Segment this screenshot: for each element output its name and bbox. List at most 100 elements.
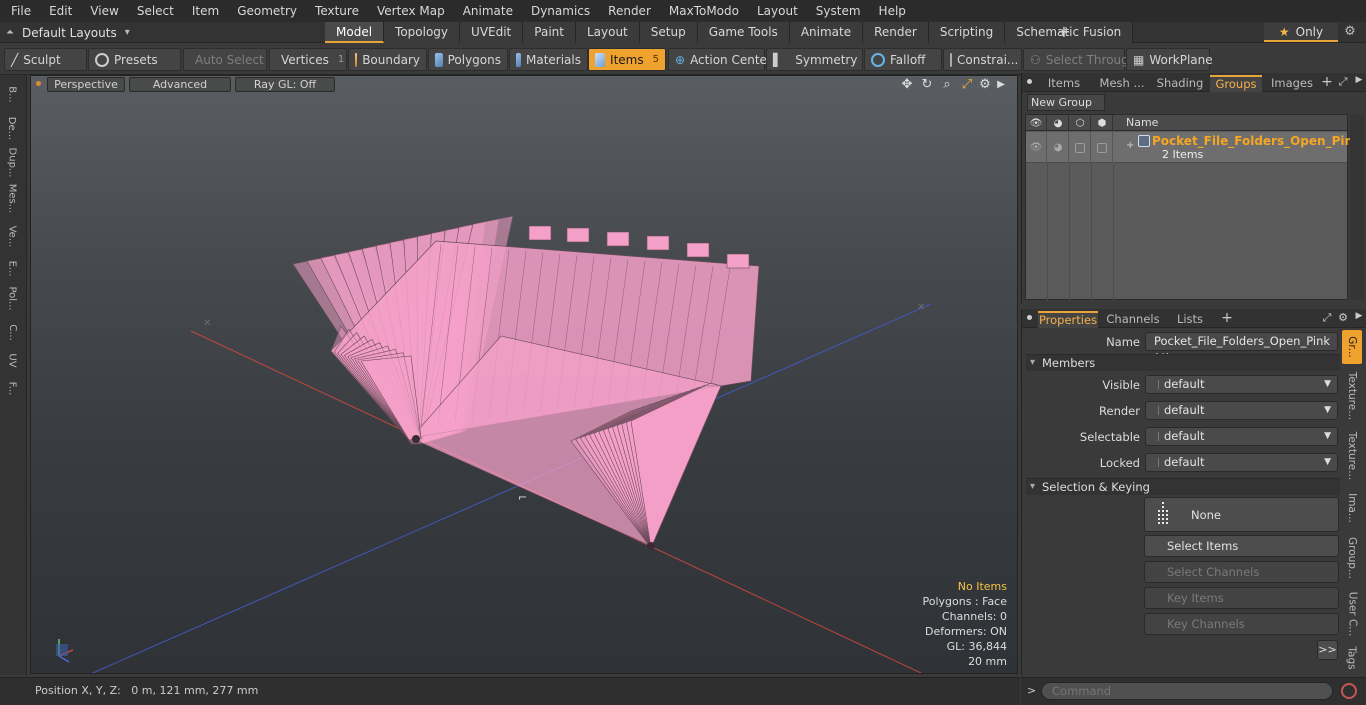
tab-mesh[interactable]: Mesh ... <box>1094 75 1150 92</box>
expand-properties-icon[interactable]: ⤢ <box>1320 311 1334 325</box>
left-tab-basic[interactable]: B... <box>2 77 22 111</box>
key-items-button[interactable]: Key Items <box>1144 587 1339 609</box>
row-visibility-icon[interactable]: 👁 <box>1026 132 1047 163</box>
tab-model[interactable]: Model <box>325 22 385 43</box>
tab-lists[interactable]: Lists <box>1164 311 1216 328</box>
left-tab-vertex[interactable]: Ve... <box>2 219 22 253</box>
tab-scripting[interactable]: Scripting <box>928 22 1006 43</box>
menu-select[interactable]: Select <box>126 4 181 18</box>
viewport-gear-icon[interactable]: ⚙ <box>977 77 993 93</box>
properties-gear-icon[interactable]: ⚙ <box>1336 311 1350 324</box>
menu-render[interactable]: Render <box>597 4 658 18</box>
materials-button[interactable]: Materials <box>509 48 588 71</box>
row-select-checkbox[interactable] <box>1070 132 1091 163</box>
properties-menu-dot-icon[interactable] <box>1027 315 1032 320</box>
select-through-button[interactable]: ⚇ Select Through <box>1023 48 1136 71</box>
add-tab-button[interactable]: + <box>1056 23 1072 41</box>
row-lock-checkbox[interactable] <box>1092 132 1113 163</box>
side-tab-user-channels[interactable]: User C... <box>1342 588 1362 640</box>
tab-setup[interactable]: Setup <box>639 22 698 43</box>
rotate-view-icon[interactable]: ↻ <box>919 77 935 93</box>
side-tab-tags[interactable]: Tags <box>1342 644 1362 672</box>
tab-layout[interactable]: Layout <box>575 22 640 43</box>
properties-more-arrow-icon[interactable]: ▶ <box>1352 311 1366 321</box>
tab-properties[interactable]: Properties <box>1038 311 1098 328</box>
menu-geometry[interactable]: Geometry <box>226 4 304 18</box>
tab-paint[interactable]: Paint <box>523 22 576 43</box>
left-tab-mesh-edit[interactable]: Mes... <box>2 181 22 215</box>
tab-items[interactable]: Items <box>1036 75 1092 92</box>
left-tab-fusion[interactable]: F... <box>2 371 22 405</box>
fit-view-icon[interactable]: ⤢ <box>959 77 975 93</box>
select-cube-icon[interactable]: ⬡ <box>1070 115 1091 131</box>
side-tab-group-2[interactable]: Group... <box>1342 532 1362 584</box>
add-properties-tab-icon[interactable]: + <box>1220 310 1234 326</box>
menu-texture[interactable]: Texture <box>304 4 366 18</box>
presets-button[interactable]: Presets <box>88 48 181 71</box>
record-macro-icon[interactable] <box>1341 683 1357 699</box>
new-group-button[interactable]: New Group <box>1027 94 1105 111</box>
menu-file[interactable]: File <box>0 4 38 18</box>
selection-set-none-button[interactable]: None <box>1144 497 1339 532</box>
side-tab-images[interactable]: Ima... <box>1342 488 1362 528</box>
selectable-dropdown[interactable]: default ▼ <box>1145 427 1338 446</box>
selection-keying-section[interactable]: Selection & Keying <box>1026 478 1340 495</box>
menu-help[interactable]: Help <box>868 4 913 18</box>
side-tab-group[interactable]: Gr... <box>1342 330 1362 364</box>
tab-render[interactable]: Render <box>863 22 929 43</box>
left-tab-polygon[interactable]: Pol... <box>2 281 22 315</box>
menu-layout[interactable]: Layout <box>746 4 805 18</box>
add-panel-tab-icon[interactable]: + <box>1320 74 1334 90</box>
locked-dropdown[interactable]: default ▼ <box>1145 453 1338 472</box>
side-tab-texture-2[interactable]: Texture... <box>1342 428 1362 484</box>
viewport-more-arrow-icon[interactable]: ▶ <box>993 77 1009 93</box>
key-channels-button[interactable]: Key Channels <box>1144 613 1339 635</box>
menu-vertex-map[interactable]: Vertex Map <box>366 4 452 18</box>
zoom-view-icon[interactable]: ⌕ <box>939 77 955 93</box>
more-button[interactable]: >> <box>1317 640 1338 660</box>
sculpt-button[interactable]: ╱ Sculpt <box>4 48 87 71</box>
render-dropdown[interactable]: default ▼ <box>1145 401 1338 420</box>
tab-game-tools[interactable]: Game Tools <box>697 22 790 43</box>
groups-scrollbar[interactable] <box>1350 114 1364 300</box>
visible-dropdown[interactable]: default ▼ <box>1145 375 1338 394</box>
tab-images[interactable]: Images <box>1264 75 1320 92</box>
lock-icon[interactable]: ⬢ <box>1092 115 1113 131</box>
render-icon[interactable]: ◕ <box>1048 115 1069 131</box>
tab-animate[interactable]: Animate <box>789 22 864 43</box>
tab-topology[interactable]: Topology <box>384 22 461 43</box>
menu-maxtomodo[interactable]: MaxToModo <box>658 4 746 18</box>
expand-plus-icon[interactable]: + <box>1126 140 1134 151</box>
symmetry-button[interactable]: ▌ Symmetry <box>766 48 863 71</box>
action-center-button[interactable]: ⊕ Action Center <box>668 48 772 71</box>
workplane-button[interactable]: ▦ WorkPlane <box>1126 48 1213 71</box>
tab-groups[interactable]: Groups <box>1210 75 1262 92</box>
group-row[interactable]: 👁 ◕ + Pocket_File_Folders_Open_Pink 2 It… <box>1026 132 1361 163</box>
side-tab-texture-1[interactable]: Texture... <box>1342 368 1362 424</box>
layout-up-arrow-icon[interactable]: ⏶ <box>6 27 14 38</box>
group-name-field[interactable]: Pocket_File_Folders_Open_Pink (4) <box>1145 332 1338 365</box>
viewport-menu-dot-icon[interactable] <box>36 81 41 86</box>
menu-view[interactable]: View <box>79 4 125 18</box>
view-mode-dropdown[interactable]: Perspective <box>47 77 125 92</box>
raygl-toggle[interactable]: Ray GL: Off <box>235 77 335 92</box>
move-view-icon[interactable]: ✥ <box>899 77 915 93</box>
tab-uvedit[interactable]: UVEdit <box>460 22 524 43</box>
row-render-icon[interactable]: ◕ <box>1048 132 1069 163</box>
members-section[interactable]: Members <box>1026 354 1340 371</box>
eye-icon[interactable]: 👁 <box>1026 115 1047 131</box>
items-button[interactable]: Items 5 <box>588 48 666 71</box>
select-items-button[interactable]: Select Items <box>1144 535 1339 557</box>
only-button[interactable]: ★ Only <box>1264 23 1338 42</box>
menu-item[interactable]: Item <box>181 4 226 18</box>
name-column-header[interactable]: Name <box>1126 116 1158 129</box>
auto-select-button[interactable]: Auto Select <box>183 48 267 71</box>
command-input[interactable] <box>1041 682 1333 700</box>
vertices-button[interactable]: Vertices 1 <box>269 48 347 71</box>
constraints-button[interactable]: Constrai... <box>943 48 1022 71</box>
3d-viewport[interactable]: ✕ ✕ ⌐ Perspective Advanced Ray GL: Off ✥… <box>30 75 1018 674</box>
menu-edit[interactable]: Edit <box>38 4 79 18</box>
expand-panel-icon[interactable]: ⤢ <box>1336 75 1350 89</box>
falloff-button[interactable]: Falloff <box>864 48 942 71</box>
left-tab-edge[interactable]: E... <box>2 251 22 285</box>
